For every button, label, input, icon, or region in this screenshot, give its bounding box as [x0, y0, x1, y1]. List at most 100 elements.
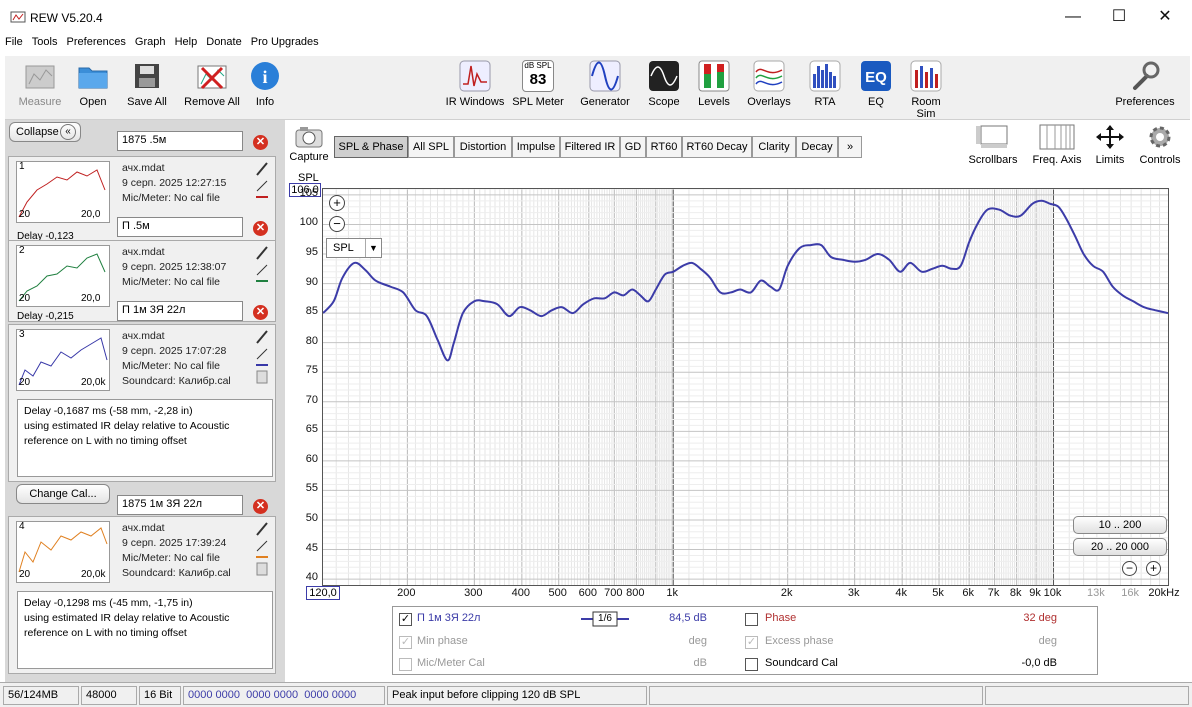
tab-all-spl[interactable]: All SPL — [408, 136, 454, 158]
measurement-color-icon[interactable] — [255, 245, 269, 288]
scrollbars-button[interactable]: Scrollbars — [964, 124, 1022, 166]
tab-distortion[interactable]: Distortion — [454, 136, 512, 158]
generator-button[interactable]: Generator — [577, 60, 633, 108]
spl-graph-svg — [323, 189, 1168, 585]
tab-decay[interactable]: Decay — [796, 136, 838, 158]
limits-button[interactable]: Limits — [1090, 124, 1130, 166]
generator-label: Generator — [580, 96, 630, 108]
measurement-name-field[interactable]: 1875 1м 3Я 22л — [117, 495, 243, 515]
measurement-color-icon[interactable] — [255, 521, 269, 580]
measurement-date: 9 серп. 2025 17:39:24 — [122, 537, 227, 549]
measurement-thumbnail[interactable]: 4 20 20,0k — [16, 521, 110, 583]
info-button[interactable]: i Info — [245, 60, 285, 108]
double-chevron-left-icon: « — [60, 124, 76, 140]
status-message: Peak input before clipping 120 dB SPL (u… — [387, 686, 647, 707]
close-button[interactable]: ✕ — [1142, 0, 1188, 34]
measurement-name-field[interactable]: П 1м 3Я 22л — [117, 301, 243, 321]
rta-button[interactable]: RTA — [807, 60, 843, 108]
delete-measurement-icon[interactable]: ✕ — [253, 305, 268, 320]
min-phase-checkbox[interactable]: ✓ — [399, 636, 412, 649]
preferences-button[interactable]: Preferences — [1113, 60, 1177, 108]
tab-rt60[interactable]: RT60 — [646, 136, 682, 158]
menu-donate[interactable]: Donate — [206, 36, 241, 48]
range-20-20000-button[interactable]: 20 .. 20 000 — [1073, 538, 1167, 556]
delete-measurement-icon[interactable]: ✕ — [253, 499, 268, 514]
ir-windows-button[interactable]: IR Windows — [443, 60, 507, 108]
x-tick-label: 600 — [578, 587, 597, 599]
measurement-file: ачх.mdat — [122, 522, 165, 534]
measurement-file: ачх.mdat — [122, 330, 165, 342]
controls-button[interactable]: Controls — [1136, 124, 1184, 166]
range-10-200-button[interactable]: 10 .. 200 — [1073, 516, 1167, 534]
measure-label: Measure — [18, 96, 62, 108]
eq-button[interactable]: EQ EQ — [859, 60, 893, 108]
room-sim-button[interactable]: Room Sim — [901, 60, 951, 120]
smoothing-selector[interactable]: 1/6 — [581, 611, 629, 627]
mic-cal-value: dB — [693, 657, 707, 669]
measurement-color-icon[interactable] — [255, 161, 269, 204]
tab-gd[interactable]: GD — [620, 136, 646, 158]
y-tick-label: 105 — [299, 186, 318, 199]
bit-depth: 16 Bit — [139, 686, 181, 705]
title-bar: REW V5.20.4 — ☐ ✕ — [0, 0, 1192, 34]
measurement-card-3[interactable]: П 1м 3Я 22л ✕ 3 20 20,0k ачх.mdat 9 серп… — [8, 301, 276, 482]
save-all-button[interactable]: Save All — [123, 60, 171, 108]
menu-file[interactable]: File — [5, 36, 23, 48]
delay-line-2: using estimated IR delay relative to Aco… — [24, 420, 230, 432]
delete-measurement-icon[interactable]: ✕ — [253, 221, 268, 236]
change-cal-button[interactable]: Change Cal... — [16, 484, 110, 504]
levels-button[interactable]: Levels — [695, 60, 733, 108]
measure-button[interactable]: Measure — [13, 60, 67, 108]
zoom-out-y-icon[interactable]: − — [329, 216, 345, 232]
tab-rt60-decay[interactable]: RT60 Decay — [682, 136, 752, 158]
y-axis-select[interactable]: SPL ▼ — [326, 238, 382, 258]
spl-graph[interactable]: + − SPL ▼ 10 .. 200 20 .. 20 000 − + — [322, 188, 1169, 586]
menu-help[interactable]: Help — [175, 36, 198, 48]
zoom-in-x-icon[interactable]: + — [1146, 561, 1161, 576]
measurement-thumbnail[interactable]: 2 20 20,0 — [16, 245, 110, 307]
ir-windows-icon — [459, 60, 491, 92]
measurement-thumbnail[interactable]: 3 20 20,0k — [16, 329, 110, 391]
trace-visible-checkbox[interactable]: ✓ — [399, 613, 412, 626]
measurement-color-icon[interactable] — [255, 329, 269, 388]
open-button[interactable]: Open — [71, 60, 115, 108]
remove-all-button[interactable]: Remove All — [181, 60, 243, 108]
scope-icon — [648, 60, 680, 92]
scope-button[interactable]: Scope — [643, 60, 685, 108]
delay-stub: Delay -0,215 — [17, 311, 74, 322]
mic-cal-checkbox[interactable] — [399, 658, 412, 671]
delete-measurement-icon[interactable]: ✕ — [253, 135, 268, 150]
rta-icon — [809, 60, 841, 92]
maximize-button[interactable]: ☐ — [1096, 0, 1142, 34]
collapse-button[interactable]: Collapse « — [9, 122, 81, 142]
tab-impulse[interactable]: Impulse — [512, 136, 560, 158]
minimize-button[interactable]: — — [1050, 0, 1096, 34]
soundcard-cal-checkbox[interactable] — [745, 658, 758, 671]
menu-graph[interactable]: Graph — [135, 36, 166, 48]
tab-more[interactable]: » — [838, 136, 862, 158]
freq-axis-button[interactable]: Freq. Axis — [1026, 124, 1088, 166]
overlays-button[interactable]: Overlays — [745, 60, 793, 108]
excess-phase-checkbox[interactable]: ✓ — [745, 636, 758, 649]
y-tick-label: 45 — [305, 541, 318, 554]
menu-tools[interactable]: Tools — [32, 36, 58, 48]
spl-meter-button[interactable]: dB SPL 83 SPL Meter — [511, 60, 565, 108]
measurement-name-field[interactable]: 1875 .5м — [117, 131, 243, 151]
x-tick-label: 3k — [847, 587, 860, 599]
menu-preferences[interactable]: Preferences — [67, 36, 126, 48]
tab-filtered-ir[interactable]: Filtered IR — [560, 136, 620, 158]
x-tick-label: 200 — [397, 587, 416, 599]
zoom-out-x-icon[interactable]: − — [1122, 561, 1137, 576]
tab-clarity[interactable]: Clarity — [752, 136, 796, 158]
spl-meter-unit: dB SPL — [524, 61, 552, 70]
measurement-name-field[interactable]: П .5м — [117, 217, 243, 237]
y-tick-label: 65 — [305, 423, 318, 436]
zoom-in-y-icon[interactable]: + — [329, 195, 345, 211]
measurement-number: 3 — [19, 329, 25, 340]
measurement-mic: Mic/Meter: No cal file — [122, 192, 221, 204]
x-tick-label: 6k — [962, 587, 974, 599]
tab-spl-phase[interactable]: SPL & Phase — [334, 136, 408, 158]
measurement-number: 2 — [19, 245, 25, 256]
phase-checkbox[interactable] — [745, 613, 758, 626]
measurement-thumbnail[interactable]: 1 20 20,0 — [16, 161, 110, 223]
